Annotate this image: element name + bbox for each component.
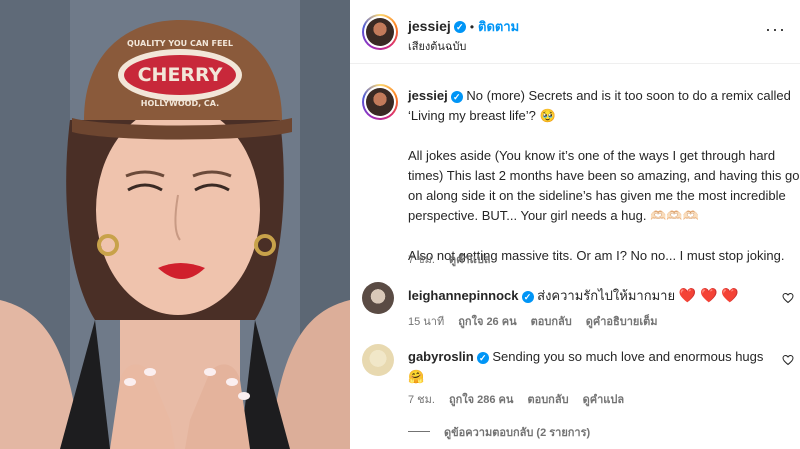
author-line: jessiej ✓ • ติดตาม — [408, 16, 519, 37]
caption-username[interactable]: jessiej — [408, 88, 448, 103]
commenter-avatar[interactable] — [362, 282, 394, 314]
verified-badge-icon: ✓ — [450, 90, 463, 103]
see-full-description-link[interactable]: ดูคำอธิบายเต็ม — [586, 316, 658, 328]
author-avatar[interactable] — [362, 14, 398, 50]
comment-text: ส่งความรักไปให้มากมาย — [537, 288, 676, 303]
reply-button[interactable]: ตอบกลับ — [527, 394, 568, 406]
see-translation-link[interactable]: ดูคำแปล — [449, 254, 491, 266]
caption-line-1: No (more) Secrets and is it too soon to … — [466, 88, 791, 103]
comment-username[interactable]: gabyroslin — [408, 349, 474, 364]
view-replies-link[interactable]: ดูข้อความตอบกลับ (2 รายการ) — [444, 427, 590, 439]
caption-p2-line-2: times) This last 2 months have been so a… — [408, 168, 800, 183]
comment-likes[interactable]: ถูกใจ 286 คน — [449, 394, 513, 406]
commenter-avatar[interactable] — [362, 344, 394, 376]
comment-time[interactable]: 15 นาที — [408, 316, 444, 328]
caption-author-avatar[interactable] — [362, 84, 398, 120]
caption-p2-line-4: perspective. BUT... Your girl needs a hu… — [408, 208, 699, 223]
caption-line-2: ‘Living my breast life’? 🥹 — [408, 108, 556, 123]
verified-badge-icon: ✓ — [453, 20, 466, 33]
cap-bottom-text: HOLLYWOOD, CA. — [141, 99, 219, 108]
video-frame: QUALITY YOU CAN FEEL CHERRY HOLLYWOOD, C… — [0, 0, 350, 449]
comment-likes[interactable]: ถูกใจ 26 คน — [458, 316, 516, 328]
verified-badge-icon: ✓ — [476, 351, 489, 364]
replies-divider — [408, 431, 430, 433]
heart-outline-icon[interactable] — [782, 354, 794, 366]
comment-item: leighannepinnock ✓ ส่งความรักไปให้มากมาย … — [408, 285, 739, 306]
caption-p2-line-3: on along side it on the sideline’s has g… — [408, 188, 786, 203]
more-options-icon[interactable]: ··· — [765, 20, 786, 38]
post-media[interactable]: QUALITY YOU CAN FEEL CHERRY HOLLYWOOD, C… — [0, 0, 350, 449]
reply-button[interactable]: ตอบกลับ — [531, 316, 572, 328]
caption-p2-line-1: All jokes aside (You know it’s one of th… — [408, 148, 776, 163]
post-details-panel: jessiej ✓ • ติดตาม เสียงต้นฉบับ ··· jessiej… — [350, 0, 800, 449]
comment-meta: 7 ชม. ถูกใจ 286 คน ตอบกลับ ดูคำแปล — [408, 390, 638, 408]
avatar-image — [366, 18, 394, 46]
post-caption: jessiej ✓ No (more) Secrets and is it too… — [408, 86, 800, 266]
avatar-image — [366, 88, 394, 116]
post-header: jessiej ✓ • ติดตาม เสียงต้นฉบับ ··· — [350, 0, 800, 64]
comment-meta: 15 นาที ถูกใจ 26 คน ตอบกลับ ดูคำอธิบายเต็ม — [408, 312, 672, 330]
caption-meta: 7 ชม. ดูคำแปล — [408, 250, 504, 268]
verified-badge-icon: ✓ — [521, 290, 534, 303]
cap-top-text: QUALITY YOU CAN FEEL — [127, 39, 233, 48]
see-translation-link[interactable]: ดูคำแปล — [583, 394, 625, 406]
follow-button[interactable]: ติดตาม — [478, 19, 519, 34]
red-hearts-emoji: ❤️ ❤️ ❤️ — [678, 287, 739, 303]
caption-time[interactable]: 7 ชม. — [408, 254, 435, 266]
comment-username[interactable]: leighannepinnock — [408, 288, 519, 303]
comment-item: gabyroslin ✓ Sending you so much love and… — [408, 347, 768, 387]
hug-emoji: 🤗 — [408, 369, 425, 384]
audio-label[interactable]: เสียงต้นฉบับ — [408, 37, 466, 55]
heart-outline-icon[interactable] — [782, 292, 794, 304]
cap-brand-text: CHERRY — [138, 64, 223, 86]
view-replies-row[interactable]: ดูข้อความตอบกลับ (2 รายการ) — [408, 423, 590, 441]
comment-time[interactable]: 7 ชม. — [408, 394, 435, 406]
separator-dot: • — [469, 20, 475, 34]
comment-text: Sending you so much love and enormous hu… — [492, 349, 764, 364]
author-username[interactable]: jessiej — [408, 18, 451, 34]
